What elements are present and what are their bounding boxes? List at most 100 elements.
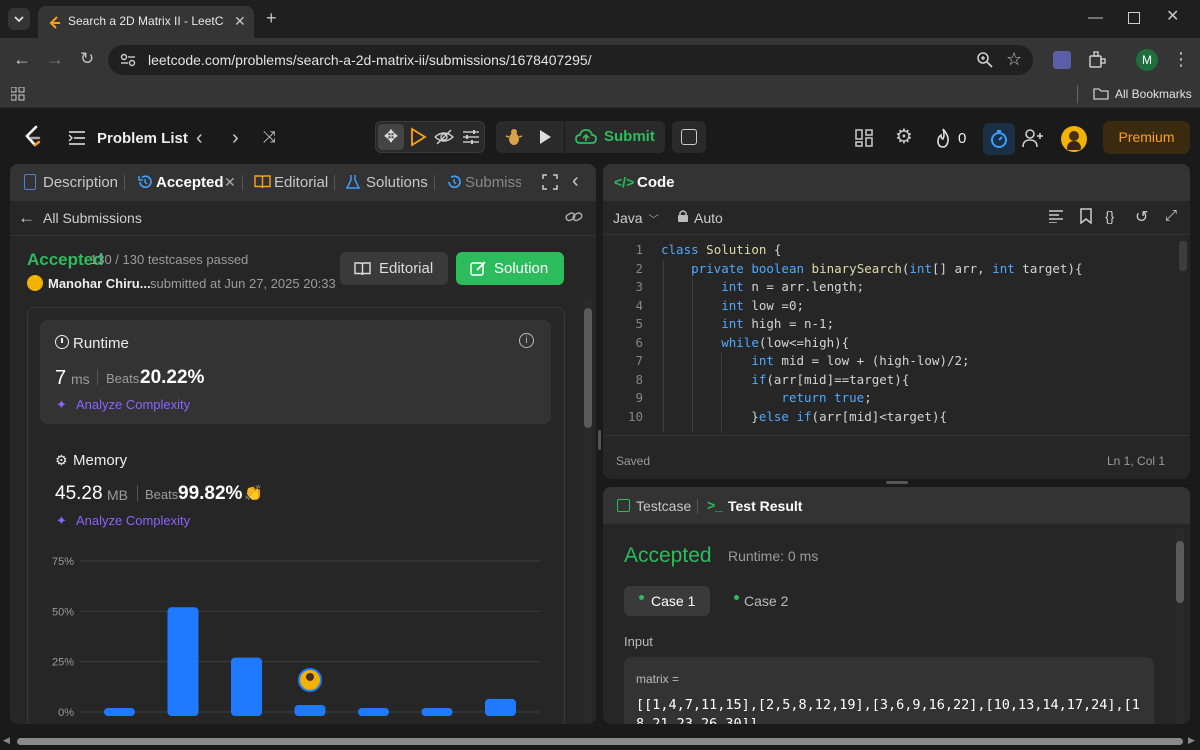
code-line[interactable]: 1 class Solution { bbox=[603, 241, 1178, 260]
tab-testcase[interactable]: Testcase bbox=[636, 498, 691, 514]
close-tab-icon[interactable]: ✕ bbox=[234, 14, 246, 28]
next-problem-icon[interactable]: › bbox=[232, 127, 239, 150]
vertical-splitter[interactable] bbox=[598, 430, 601, 450]
left-scrollbar-track[interactable] bbox=[584, 298, 592, 722]
site-info-icon[interactable] bbox=[120, 53, 136, 67]
tab-accepted[interactable]: Accepted bbox=[156, 174, 224, 191]
close-accepted-tab-icon[interactable]: ✕ bbox=[224, 174, 236, 191]
apps-grid-icon[interactable] bbox=[11, 87, 25, 101]
maximize-icon[interactable] bbox=[542, 174, 558, 190]
add-user-icon[interactable] bbox=[1022, 128, 1044, 148]
bookmark-star-icon[interactable]: ☆ bbox=[1006, 50, 1022, 68]
code-line[interactable]: 6 while(low<=high){ bbox=[603, 334, 1178, 353]
reset-icon[interactable]: ↺ bbox=[1135, 207, 1148, 227]
collapse-icon[interactable]: ‹ bbox=[572, 170, 579, 193]
language-select[interactable]: Java ﹀ bbox=[613, 210, 659, 226]
page-scrollbar-thumb[interactable] bbox=[17, 738, 1183, 745]
settings-sliders-icon[interactable] bbox=[462, 129, 480, 145]
scroll-right-icon[interactable]: ▶ bbox=[1188, 735, 1195, 746]
memory-analyze-link[interactable]: Analyze Complexity bbox=[76, 513, 190, 528]
tab-description[interactable]: Description bbox=[43, 174, 118, 191]
problem-list-link[interactable]: Problem List bbox=[97, 130, 188, 147]
new-tab-icon[interactable]: + bbox=[266, 9, 277, 27]
shuffle-icon[interactable]: ⤨ bbox=[263, 129, 276, 147]
tab-test-result[interactable]: Test Result bbox=[728, 498, 802, 514]
chart-bar[interactable] bbox=[485, 698, 516, 716]
case-1-tab[interactable]: Case 1 bbox=[624, 586, 710, 616]
result-scrollbar-thumb[interactable] bbox=[1176, 541, 1184, 603]
eye-off-icon[interactable] bbox=[434, 128, 454, 146]
problem-list-icon[interactable] bbox=[68, 130, 86, 146]
settings-gear-icon[interactable]: ⚙ bbox=[895, 127, 913, 147]
play-outline-icon[interactable] bbox=[408, 126, 428, 148]
debug-bug-icon[interactable] bbox=[504, 127, 524, 147]
code-line[interactable]: 2 private boolean binarySearch(int[] arr… bbox=[603, 260, 1178, 279]
minimize-icon[interactable]: — bbox=[1088, 10, 1103, 25]
mode-label[interactable]: Auto bbox=[694, 210, 723, 226]
format-icon[interactable] bbox=[1048, 209, 1064, 223]
memory-label[interactable]: Memory bbox=[73, 452, 127, 469]
forward-icon[interactable]: → bbox=[46, 50, 64, 68]
runtime-analyze-link[interactable]: Analyze Complexity bbox=[76, 397, 190, 412]
code-line[interactable]: 7 int mid = low + (high-low)/2; bbox=[603, 352, 1178, 371]
browser-tab[interactable]: Search a 2D Matrix II - LeetCode ✕ bbox=[38, 6, 254, 38]
leetcode-logo-icon[interactable] bbox=[22, 124, 44, 150]
left-scrollbar-thumb[interactable] bbox=[584, 308, 592, 428]
horizontal-splitter[interactable] bbox=[886, 481, 908, 484]
zoom-icon[interactable] bbox=[976, 51, 994, 69]
result-scrollbar-track[interactable] bbox=[1176, 529, 1184, 724]
notes-button[interactable] bbox=[672, 121, 706, 153]
tab-submissions[interactable]: Submissi bbox=[465, 174, 521, 191]
code-line[interactable]: 9 return true; bbox=[603, 389, 1178, 408]
scroll-left-icon[interactable]: ◀ bbox=[3, 735, 10, 746]
bookmark-icon[interactable] bbox=[1080, 208, 1092, 224]
layout-grid-icon[interactable] bbox=[855, 129, 873, 147]
info-icon[interactable]: i bbox=[519, 333, 534, 348]
premium-button[interactable]: Premium bbox=[1103, 121, 1190, 154]
all-bookmarks[interactable]: All Bookmarks bbox=[1115, 87, 1192, 101]
chart-bar[interactable] bbox=[231, 657, 262, 716]
share-link-icon[interactable] bbox=[565, 209, 583, 225]
editorial-button[interactable]: Editorial bbox=[340, 252, 448, 285]
case-2-tab[interactable]: Case 2 bbox=[719, 586, 805, 616]
prev-problem-icon[interactable]: ‹ bbox=[196, 127, 203, 150]
url-text[interactable]: leetcode.com/problems/search-a-2d-matrix… bbox=[148, 52, 592, 68]
code-scrollbar[interactable] bbox=[1179, 241, 1187, 271]
chrome-menu-icon[interactable]: ⋮ bbox=[1172, 50, 1190, 68]
all-submissions-link[interactable]: All Submissions bbox=[43, 210, 142, 226]
code-line[interactable]: 10 }else if(arr[mid]<target){ bbox=[603, 408, 1178, 427]
page-scrollbar[interactable]: ◀ ▶ bbox=[0, 732, 1200, 750]
close-window-icon[interactable]: ✕ bbox=[1166, 9, 1179, 25]
submit-button[interactable]: Submit bbox=[565, 121, 665, 153]
reload-icon[interactable]: ↻ bbox=[80, 50, 94, 67]
code-line[interactable]: 3 int n = arr.length; bbox=[603, 278, 1178, 297]
user-avatar[interactable] bbox=[1061, 126, 1087, 152]
code-tab-title[interactable]: Code bbox=[637, 174, 675, 191]
extensions-puzzle-icon[interactable] bbox=[1088, 51, 1106, 69]
tab-search-button[interactable] bbox=[8, 8, 30, 30]
chart-bar[interactable] bbox=[358, 707, 389, 716]
expand-icon[interactable]: ⤢ bbox=[1165, 207, 1177, 224]
back-arrow-icon[interactable]: ← bbox=[18, 208, 35, 228]
runtime-card[interactable]: Runtime i 7 ms Beats 20.22% ✦ Analyze Co… bbox=[40, 320, 551, 424]
chart-bar[interactable] bbox=[167, 607, 199, 716]
code-line[interactable]: 4 int low =0; bbox=[603, 297, 1178, 316]
chart-bar[interactable] bbox=[104, 707, 135, 716]
submitter-name[interactable]: Manohar Chiru... bbox=[48, 276, 151, 291]
back-icon[interactable]: ← bbox=[13, 50, 31, 68]
chart-bar[interactable] bbox=[294, 704, 326, 716]
run-play-icon[interactable] bbox=[536, 128, 554, 146]
move-icon[interactable]: ✥ bbox=[378, 124, 404, 150]
tab-editorial[interactable]: Editorial bbox=[274, 174, 328, 191]
code-line[interactable]: 8 if(arr[mid]==target){ bbox=[603, 371, 1178, 390]
code-line[interactable]: 5 int high = n-1; bbox=[603, 315, 1178, 334]
timer-button[interactable] bbox=[983, 123, 1015, 155]
braces-icon[interactable]: {} bbox=[1105, 208, 1114, 224]
solution-button[interactable]: Solution bbox=[456, 252, 564, 285]
streak-flame-icon[interactable] bbox=[935, 128, 951, 148]
chart-bar[interactable] bbox=[421, 707, 453, 716]
profile-avatar[interactable]: M bbox=[1136, 49, 1158, 71]
restore-icon[interactable] bbox=[1128, 12, 1140, 24]
tab-solutions[interactable]: Solutions bbox=[366, 174, 428, 191]
code-editor[interactable]: 1 class Solution {2 private boolean binar… bbox=[603, 241, 1178, 434]
